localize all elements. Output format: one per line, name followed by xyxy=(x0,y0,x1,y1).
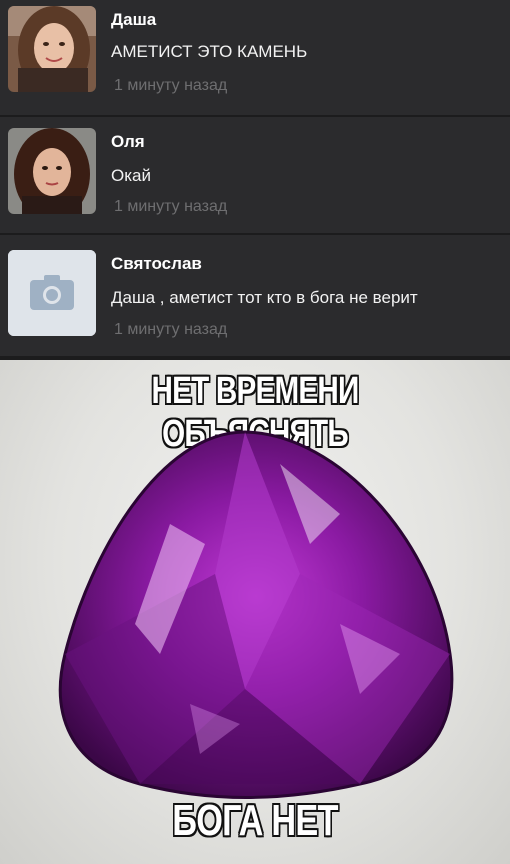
comment-author[interactable]: Святослав xyxy=(111,254,202,274)
avatar[interactable] xyxy=(8,6,96,92)
comment-timestamp: 1 минуту назад xyxy=(114,77,228,94)
avatar[interactable] xyxy=(8,128,96,214)
comment-item: Оля Окай 1 минуту назад xyxy=(0,118,510,233)
comment-timestamp: 1 минуту назад xyxy=(114,321,228,338)
avatar[interactable] xyxy=(8,250,96,336)
comment-author[interactable]: Оля xyxy=(111,132,145,152)
camera-icon xyxy=(8,250,96,336)
user-photo-dasha xyxy=(8,6,96,92)
user-photo-olya xyxy=(8,128,96,214)
meme-image: НЕТ ВРЕМЕНИ ОБЪЯСНЯТЬ БОГА НЕТ xyxy=(0,360,510,864)
comment-item: Святослав Даша , аметист тот кто в бога … xyxy=(0,236,510,356)
comment-timestamp: 1 минуту назад xyxy=(114,198,228,215)
comment-author[interactable]: Даша xyxy=(111,10,156,30)
comment-item: Даша АМЕТИСТ ЭТО КАМЕНЬ 1 минуту назад xyxy=(0,0,510,110)
amethyst-gem-image xyxy=(58,430,454,799)
divider xyxy=(0,233,510,235)
meme-bottom-text: БОГА НЕТ xyxy=(172,796,338,845)
divider xyxy=(0,115,510,117)
comments-list: Даша АМЕТИСТ ЭТО КАМЕНЬ 1 минуту назад О… xyxy=(0,0,510,360)
comment-text: АМЕТИСТ ЭТО КАМЕНЬ xyxy=(111,42,308,61)
comment-text: Даша , аметист тот кто в бога не верит xyxy=(111,288,418,307)
comment-text: Окай xyxy=(111,166,151,185)
